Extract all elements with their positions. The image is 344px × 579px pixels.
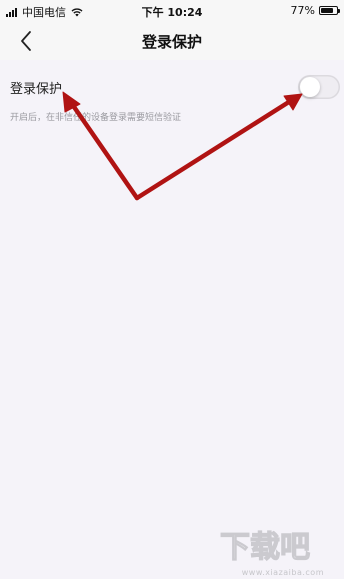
watermark-logo: 下载吧: [219, 529, 310, 565]
battery-icon: [319, 6, 340, 15]
watermark-url: www.xiazaiba.com: [241, 568, 324, 577]
login-protection-description: 开启后，在非信任的设备登录需要短信验证: [10, 113, 182, 123]
login-protection-label: 登录保护: [10, 82, 63, 97]
status-bar: 中国电信 下午 10:24 77%: [0, 0, 344, 22]
login-protection-row: 登录保护: [0, 68, 344, 106]
nav-bar: 登录保护: [0, 22, 344, 60]
toggle-knob: [300, 77, 320, 97]
login-protection-toggle[interactable]: [298, 75, 340, 99]
status-right: 77%: [290, 4, 340, 17]
svg-text:下载吧: 下载吧: [220, 530, 310, 565]
page: 中国电信 下午 10:24 77% 登录保护 登录保护 开启后，在非信任的设备登…: [0, 0, 344, 579]
page-title: 登录保护: [141, 33, 202, 51]
battery-percent: 77%: [290, 4, 315, 17]
battery-level: [321, 8, 333, 13]
